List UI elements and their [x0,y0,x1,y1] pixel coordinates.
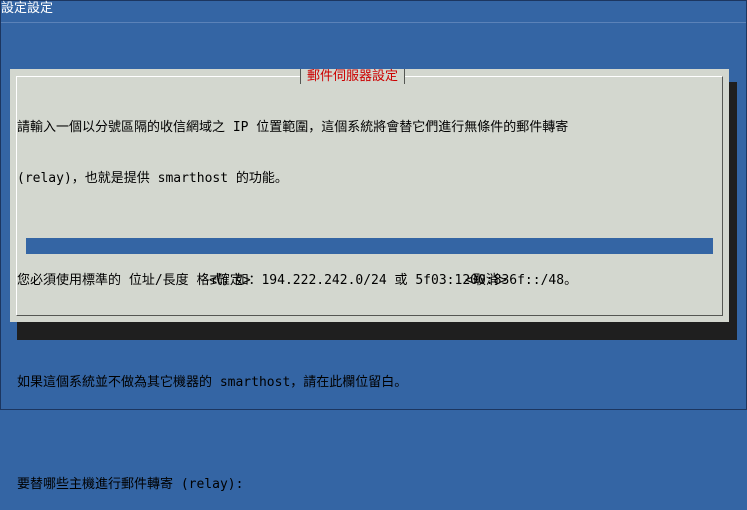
relay-hosts-input[interactable] [26,238,713,254]
message-line: 您必須使用標準的 位址/長度 格式，如：194.222.242.0/24 或 5… [17,273,578,288]
message-line: 如果這個系統並不做為其它機器的 smarthost，請在此欄位留白。 [17,375,408,390]
ok-button[interactable]: <確定> [209,272,251,289]
backtitle-divider [1,22,746,23]
message-line: (relay)，也就是提供 smarthost 的功能。 [17,171,288,186]
cancel-button[interactable]: <取消> [465,272,507,289]
dialog-title: 郵件伺服器設定 [300,69,406,84]
backtitle: 設定設定 [1,1,54,16]
dialog-message: 請輸入一個以分號區隔的收信網域之 IP 位置範圍，這個系統將會替它們進行無條件的… [17,85,717,510]
input-prompt: 要替哪些主機進行郵件轉寄 (relay): [17,477,244,492]
message-line: 請輸入一個以分號區隔的收信網域之 IP 位置範圍，這個系統將會替它們進行無條件的… [17,120,569,135]
